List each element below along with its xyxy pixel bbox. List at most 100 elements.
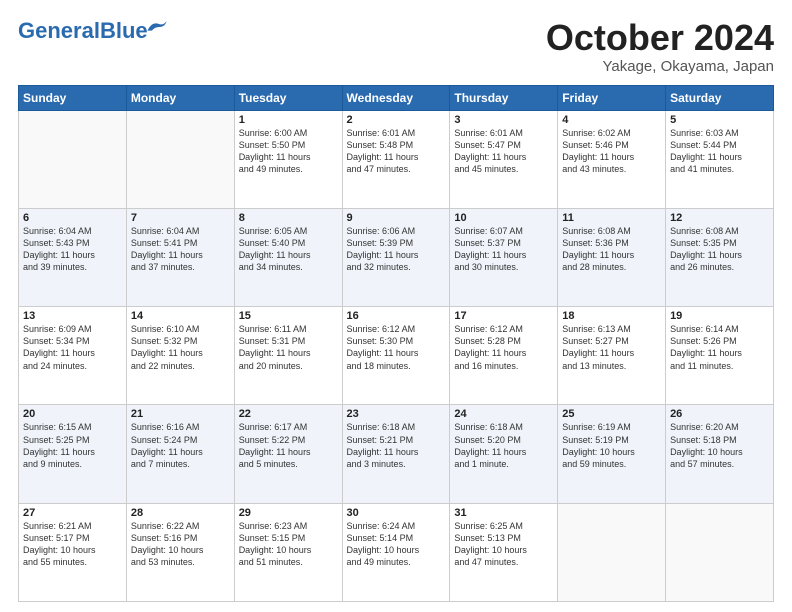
day-number: 1 xyxy=(239,114,338,126)
day-info: Sunrise: 6:08 AM Sunset: 5:35 PM Dayligh… xyxy=(670,225,769,274)
day-info: Sunrise: 6:19 AM Sunset: 5:19 PM Dayligh… xyxy=(562,421,661,470)
day-info: Sunrise: 6:09 AM Sunset: 5:34 PM Dayligh… xyxy=(23,323,122,372)
day-info: Sunrise: 6:25 AM Sunset: 5:13 PM Dayligh… xyxy=(454,520,553,569)
calendar-week-row: 27Sunrise: 6:21 AM Sunset: 5:17 PM Dayli… xyxy=(19,503,774,601)
day-number: 9 xyxy=(347,212,446,224)
day-number: 31 xyxy=(454,507,553,519)
day-info: Sunrise: 6:18 AM Sunset: 5:20 PM Dayligh… xyxy=(454,421,553,470)
day-number: 3 xyxy=(454,114,553,126)
day-number: 28 xyxy=(131,507,230,519)
day-info: Sunrise: 6:14 AM Sunset: 5:26 PM Dayligh… xyxy=(670,323,769,372)
day-info: Sunrise: 6:06 AM Sunset: 5:39 PM Dayligh… xyxy=(347,225,446,274)
table-row: 15Sunrise: 6:11 AM Sunset: 5:31 PM Dayli… xyxy=(234,307,342,405)
logo-general: General xyxy=(18,18,100,43)
location: Yakage, Okayama, Japan xyxy=(546,58,774,75)
day-number: 20 xyxy=(23,408,122,420)
day-info: Sunrise: 6:04 AM Sunset: 5:43 PM Dayligh… xyxy=(23,225,122,274)
day-info: Sunrise: 6:13 AM Sunset: 5:27 PM Dayligh… xyxy=(562,323,661,372)
table-row: 8Sunrise: 6:05 AM Sunset: 5:40 PM Daylig… xyxy=(234,208,342,306)
day-number: 6 xyxy=(23,212,122,224)
day-info: Sunrise: 6:16 AM Sunset: 5:24 PM Dayligh… xyxy=(131,421,230,470)
day-info: Sunrise: 6:11 AM Sunset: 5:31 PM Dayligh… xyxy=(239,323,338,372)
day-number: 19 xyxy=(670,310,769,322)
table-row: 24Sunrise: 6:18 AM Sunset: 5:20 PM Dayli… xyxy=(450,405,558,503)
table-row: 23Sunrise: 6:18 AM Sunset: 5:21 PM Dayli… xyxy=(342,405,450,503)
col-saturday: Saturday xyxy=(666,85,774,110)
calendar-week-row: 20Sunrise: 6:15 AM Sunset: 5:25 PM Dayli… xyxy=(19,405,774,503)
day-number: 4 xyxy=(562,114,661,126)
logo-text: GeneralBlue xyxy=(18,18,148,44)
table-row: 18Sunrise: 6:13 AM Sunset: 5:27 PM Dayli… xyxy=(558,307,666,405)
table-row: 27Sunrise: 6:21 AM Sunset: 5:17 PM Dayli… xyxy=(19,503,127,601)
table-row: 17Sunrise: 6:12 AM Sunset: 5:28 PM Dayli… xyxy=(450,307,558,405)
day-info: Sunrise: 6:21 AM Sunset: 5:17 PM Dayligh… xyxy=(23,520,122,569)
logo: GeneralBlue xyxy=(18,18,168,44)
day-number: 27 xyxy=(23,507,122,519)
table-row xyxy=(126,110,234,208)
table-row: 6Sunrise: 6:04 AM Sunset: 5:43 PM Daylig… xyxy=(19,208,127,306)
day-number: 7 xyxy=(131,212,230,224)
day-info: Sunrise: 6:03 AM Sunset: 5:44 PM Dayligh… xyxy=(670,127,769,176)
table-row: 30Sunrise: 6:24 AM Sunset: 5:14 PM Dayli… xyxy=(342,503,450,601)
day-info: Sunrise: 6:20 AM Sunset: 5:18 PM Dayligh… xyxy=(670,421,769,470)
day-info: Sunrise: 6:12 AM Sunset: 5:28 PM Dayligh… xyxy=(454,323,553,372)
table-row: 16Sunrise: 6:12 AM Sunset: 5:30 PM Dayli… xyxy=(342,307,450,405)
day-number: 18 xyxy=(562,310,661,322)
day-number: 8 xyxy=(239,212,338,224)
table-row: 13Sunrise: 6:09 AM Sunset: 5:34 PM Dayli… xyxy=(19,307,127,405)
table-row: 3Sunrise: 6:01 AM Sunset: 5:47 PM Daylig… xyxy=(450,110,558,208)
day-info: Sunrise: 6:04 AM Sunset: 5:41 PM Dayligh… xyxy=(131,225,230,274)
calendar-table: Sunday Monday Tuesday Wednesday Thursday… xyxy=(18,85,774,602)
table-row: 26Sunrise: 6:20 AM Sunset: 5:18 PM Dayli… xyxy=(666,405,774,503)
day-number: 21 xyxy=(131,408,230,420)
day-info: Sunrise: 6:24 AM Sunset: 5:14 PM Dayligh… xyxy=(347,520,446,569)
table-row: 20Sunrise: 6:15 AM Sunset: 5:25 PM Dayli… xyxy=(19,405,127,503)
table-row xyxy=(666,503,774,601)
day-number: 23 xyxy=(347,408,446,420)
day-number: 25 xyxy=(562,408,661,420)
day-number: 24 xyxy=(454,408,553,420)
day-number: 22 xyxy=(239,408,338,420)
month-title: October 2024 xyxy=(546,18,774,58)
col-sunday: Sunday xyxy=(19,85,127,110)
day-number: 30 xyxy=(347,507,446,519)
table-row: 22Sunrise: 6:17 AM Sunset: 5:22 PM Dayli… xyxy=(234,405,342,503)
day-number: 2 xyxy=(347,114,446,126)
day-number: 29 xyxy=(239,507,338,519)
day-info: Sunrise: 6:02 AM Sunset: 5:46 PM Dayligh… xyxy=(562,127,661,176)
day-info: Sunrise: 6:01 AM Sunset: 5:47 PM Dayligh… xyxy=(454,127,553,176)
calendar-week-row: 6Sunrise: 6:04 AM Sunset: 5:43 PM Daylig… xyxy=(19,208,774,306)
table-row: 5Sunrise: 6:03 AM Sunset: 5:44 PM Daylig… xyxy=(666,110,774,208)
day-info: Sunrise: 6:00 AM Sunset: 5:50 PM Dayligh… xyxy=(239,127,338,176)
col-friday: Friday xyxy=(558,85,666,110)
day-info: Sunrise: 6:22 AM Sunset: 5:16 PM Dayligh… xyxy=(131,520,230,569)
day-number: 15 xyxy=(239,310,338,322)
col-thursday: Thursday xyxy=(450,85,558,110)
table-row: 29Sunrise: 6:23 AM Sunset: 5:15 PM Dayli… xyxy=(234,503,342,601)
table-row: 1Sunrise: 6:00 AM Sunset: 5:50 PM Daylig… xyxy=(234,110,342,208)
table-row: 19Sunrise: 6:14 AM Sunset: 5:26 PM Dayli… xyxy=(666,307,774,405)
day-info: Sunrise: 6:23 AM Sunset: 5:15 PM Dayligh… xyxy=(239,520,338,569)
logo-bird-icon xyxy=(146,19,168,35)
col-wednesday: Wednesday xyxy=(342,85,450,110)
day-info: Sunrise: 6:17 AM Sunset: 5:22 PM Dayligh… xyxy=(239,421,338,470)
day-number: 26 xyxy=(670,408,769,420)
table-row: 31Sunrise: 6:25 AM Sunset: 5:13 PM Dayli… xyxy=(450,503,558,601)
day-info: Sunrise: 6:18 AM Sunset: 5:21 PM Dayligh… xyxy=(347,421,446,470)
day-info: Sunrise: 6:05 AM Sunset: 5:40 PM Dayligh… xyxy=(239,225,338,274)
table-row: 10Sunrise: 6:07 AM Sunset: 5:37 PM Dayli… xyxy=(450,208,558,306)
header: GeneralBlue October 2024 Yakage, Okayama… xyxy=(18,18,774,75)
table-row: 14Sunrise: 6:10 AM Sunset: 5:32 PM Dayli… xyxy=(126,307,234,405)
table-row: 7Sunrise: 6:04 AM Sunset: 5:41 PM Daylig… xyxy=(126,208,234,306)
table-row: 21Sunrise: 6:16 AM Sunset: 5:24 PM Dayli… xyxy=(126,405,234,503)
page: GeneralBlue October 2024 Yakage, Okayama… xyxy=(0,0,792,612)
calendar-week-row: 13Sunrise: 6:09 AM Sunset: 5:34 PM Dayli… xyxy=(19,307,774,405)
table-row xyxy=(19,110,127,208)
col-monday: Monday xyxy=(126,85,234,110)
day-info: Sunrise: 6:07 AM Sunset: 5:37 PM Dayligh… xyxy=(454,225,553,274)
table-row: 2Sunrise: 6:01 AM Sunset: 5:48 PM Daylig… xyxy=(342,110,450,208)
day-number: 16 xyxy=(347,310,446,322)
day-number: 10 xyxy=(454,212,553,224)
day-info: Sunrise: 6:12 AM Sunset: 5:30 PM Dayligh… xyxy=(347,323,446,372)
table-row: 11Sunrise: 6:08 AM Sunset: 5:36 PM Dayli… xyxy=(558,208,666,306)
